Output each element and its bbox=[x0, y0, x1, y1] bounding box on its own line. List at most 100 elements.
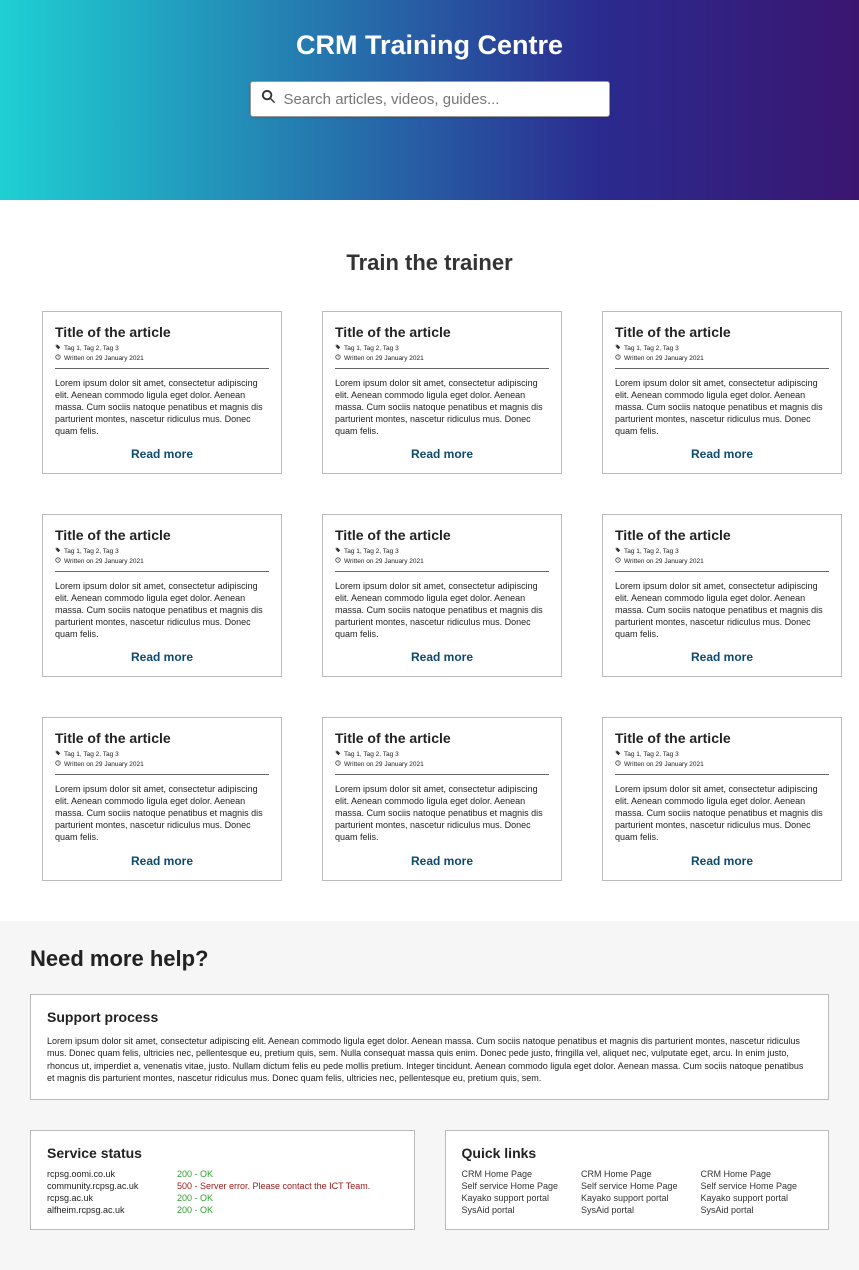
article-excerpt: Lorem ipsum dolor sit amet, consectetur … bbox=[615, 377, 829, 438]
article-title: Title of the article bbox=[55, 730, 269, 746]
quick-link[interactable]: SysAid portal bbox=[462, 1205, 574, 1215]
divider bbox=[55, 368, 269, 369]
clock-icon bbox=[55, 760, 61, 770]
tag-icon bbox=[55, 750, 61, 760]
article-tags: Tag 1, Tag 2, Tag 3 bbox=[344, 750, 399, 760]
status-code: 200 - OK bbox=[177, 1169, 398, 1179]
section-heading: Train the trainer bbox=[0, 250, 859, 276]
clock-icon bbox=[615, 354, 621, 364]
read-more-link[interactable]: Read more bbox=[615, 854, 829, 868]
search-icon bbox=[261, 89, 276, 109]
article-card: Title of the articleTag 1, Tag 2, Tag 3W… bbox=[602, 514, 842, 677]
clock-icon bbox=[55, 557, 61, 567]
article-excerpt: Lorem ipsum dolor sit amet, consectetur … bbox=[55, 580, 269, 641]
quicklinks-heading: Quick links bbox=[462, 1145, 813, 1161]
tag-icon bbox=[55, 547, 61, 557]
article-date: Written on 29 January 2021 bbox=[64, 354, 144, 364]
status-host: community.rcpsg.ac.uk bbox=[47, 1181, 177, 1191]
search-box[interactable] bbox=[250, 81, 610, 117]
article-title: Title of the article bbox=[615, 730, 829, 746]
status-code: 200 - OK bbox=[177, 1193, 398, 1203]
tag-icon bbox=[335, 344, 341, 354]
divider bbox=[335, 571, 549, 572]
article-date: Written on 29 January 2021 bbox=[344, 354, 424, 364]
tag-icon bbox=[335, 750, 341, 760]
quick-link[interactable]: Self service Home Page bbox=[462, 1181, 574, 1191]
tag-icon bbox=[55, 344, 61, 354]
article-meta: Tag 1, Tag 2, Tag 3Written on 29 January… bbox=[615, 750, 829, 770]
article-tags: Tag 1, Tag 2, Tag 3 bbox=[344, 344, 399, 354]
article-card: Title of the article Tag 1, Tag 2, Tag 3W… bbox=[322, 311, 562, 474]
article-date: Written on 29 January 2021 bbox=[344, 760, 424, 770]
divider bbox=[615, 571, 829, 572]
help-section: Need more help? Support process Lorem ip… bbox=[0, 921, 859, 1270]
article-tags: Tag 1, Tag 2, Tag 3 bbox=[624, 547, 679, 557]
status-host: rcpsg.ac.uk bbox=[47, 1193, 177, 1203]
clock-icon bbox=[335, 354, 341, 364]
article-card: Title of the article Tag 1, Tag 2, Tag 3W… bbox=[602, 717, 842, 880]
read-more-link[interactable]: Read more bbox=[55, 650, 269, 664]
quick-link[interactable]: CRM Home Page bbox=[581, 1169, 693, 1179]
article-card: Title of the article Tag 1, Tag 2, Tag 3W… bbox=[42, 514, 282, 677]
quick-link[interactable]: Kayako support portal bbox=[581, 1193, 693, 1203]
tag-icon bbox=[615, 344, 621, 354]
support-text: Lorem ipsum dolor sit amet, consectetur … bbox=[47, 1035, 812, 1085]
article-grid: Title of the articleTag 1, Tag 2, Tag 3W… bbox=[12, 311, 847, 881]
read-more-link[interactable]: Read more bbox=[615, 447, 829, 461]
article-excerpt: Lorem ipsum dolor sit amet, consectetur … bbox=[615, 783, 829, 844]
article-title: Title of the article bbox=[335, 730, 549, 746]
status-heading: Service status bbox=[47, 1145, 398, 1161]
search-input[interactable] bbox=[284, 91, 599, 108]
clock-icon bbox=[615, 557, 621, 567]
hero-banner: CRM Training Centre bbox=[0, 0, 859, 200]
article-title: Title of the article bbox=[55, 324, 269, 340]
article-tags: Tag 1, Tag 2, Tag 3 bbox=[624, 344, 679, 354]
article-tags: Tag 1, Tag 2, Tag 3 bbox=[64, 750, 119, 760]
quick-link[interactable]: Self service Home Page bbox=[581, 1181, 693, 1191]
article-tags: Tag 1, Tag 2, Tag 3 bbox=[624, 750, 679, 760]
article-date: Written on 29 January 2021 bbox=[64, 760, 144, 770]
article-date: Written on 29 January 2021 bbox=[624, 557, 704, 567]
read-more-link[interactable]: Read more bbox=[335, 854, 549, 868]
quick-link[interactable]: CRM Home Page bbox=[462, 1169, 574, 1179]
status-code: 200 - OK bbox=[177, 1205, 398, 1215]
article-card: Title of the article Tag 1, Tag 2, Tag 3W… bbox=[322, 514, 562, 677]
article-excerpt: Lorem ipsum dolor sit amet, consectetur … bbox=[335, 783, 549, 844]
article-card: Title of the articleTag 1, Tag 2, Tag 3W… bbox=[42, 311, 282, 474]
article-excerpt: Lorem ipsum dolor sit amet, consectetur … bbox=[615, 580, 829, 641]
quick-link[interactable]: SysAid portal bbox=[701, 1205, 813, 1215]
help-heading: Need more help? bbox=[30, 946, 829, 972]
article-title: Title of the article bbox=[335, 324, 549, 340]
quick-link[interactable]: CRM Home Page bbox=[701, 1169, 813, 1179]
article-meta: Tag 1, Tag 2, Tag 3Written on 29 January… bbox=[55, 750, 269, 770]
article-excerpt: Lorem ipsum dolor sit amet, consectetur … bbox=[335, 377, 549, 438]
article-tags: Tag 1, Tag 2, Tag 3 bbox=[344, 547, 399, 557]
read-more-link[interactable]: Read more bbox=[335, 650, 549, 664]
support-box: Support process Lorem ipsum dolor sit am… bbox=[30, 994, 829, 1100]
article-meta: Tag 1, Tag 2, Tag 3Written on 29 January… bbox=[55, 547, 269, 567]
divider bbox=[335, 368, 549, 369]
read-more-link[interactable]: Read more bbox=[615, 650, 829, 664]
read-more-link[interactable]: Read more bbox=[55, 854, 269, 868]
article-date: Written on 29 January 2021 bbox=[344, 557, 424, 567]
read-more-link[interactable]: Read more bbox=[335, 447, 549, 461]
tag-icon bbox=[615, 750, 621, 760]
divider bbox=[615, 368, 829, 369]
status-host: alfheim.rcpsg.ac.uk bbox=[47, 1205, 177, 1215]
tag-icon bbox=[615, 547, 621, 557]
quick-link[interactable]: Kayako support portal bbox=[701, 1193, 813, 1203]
article-meta: Tag 1, Tag 2, Tag 3Written on 29 January… bbox=[335, 750, 549, 770]
quick-link[interactable]: Self service Home Page bbox=[701, 1181, 813, 1191]
article-title: Title of the article bbox=[335, 527, 549, 543]
article-card: Title of the article Tag 1, Tag 2, Tag 3W… bbox=[602, 311, 842, 474]
article-date: Written on 29 January 2021 bbox=[624, 354, 704, 364]
article-title: Title of the article bbox=[615, 324, 829, 340]
read-more-link[interactable]: Read more bbox=[55, 447, 269, 461]
article-meta: Tag 1, Tag 2, Tag 3Written on 29 January… bbox=[615, 344, 829, 364]
article-card: Title of the article Tag 1, Tag 2, Tag 3W… bbox=[42, 717, 282, 880]
quick-link[interactable]: SysAid portal bbox=[581, 1205, 693, 1215]
article-meta: Tag 1, Tag 2, Tag 3Written on 29 January… bbox=[335, 547, 549, 567]
quick-link[interactable]: Kayako support portal bbox=[462, 1193, 574, 1203]
status-host: rcpsg.oomi.co.uk bbox=[47, 1169, 177, 1179]
article-title: Title of the article bbox=[55, 527, 269, 543]
